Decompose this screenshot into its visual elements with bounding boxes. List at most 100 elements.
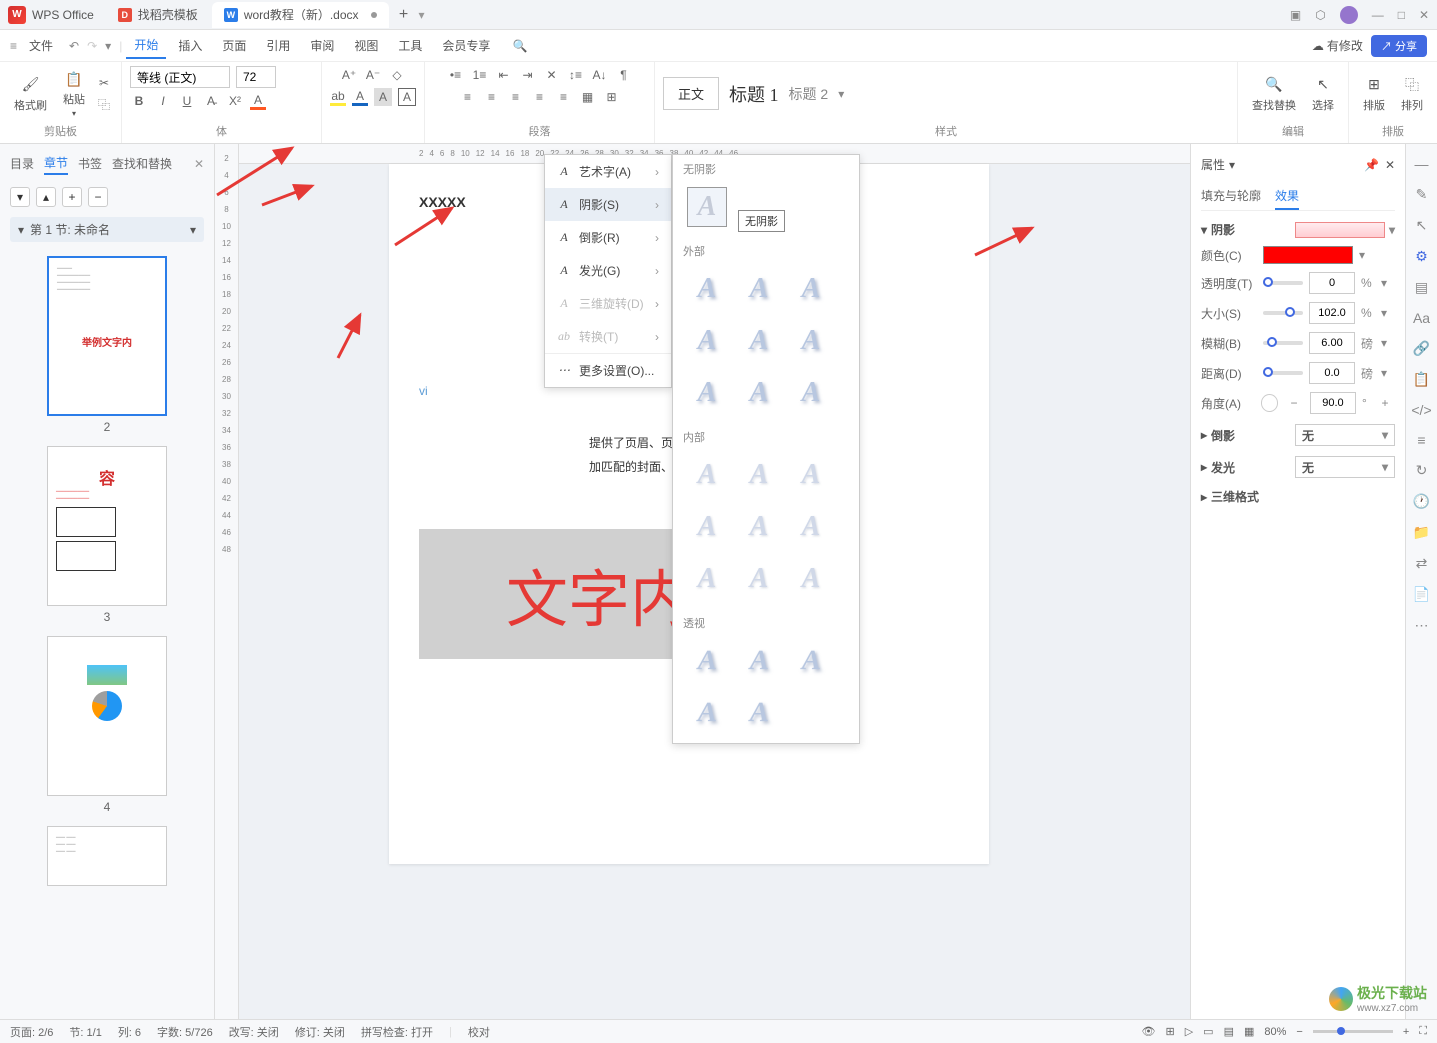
- zoom-in-button[interactable]: +: [1403, 1026, 1409, 1038]
- shadow-option[interactable]: A: [791, 559, 831, 599]
- section-3d[interactable]: ▸ 三维格式: [1201, 488, 1395, 505]
- char-shading-icon[interactable]: A: [374, 88, 392, 106]
- zoom-slider[interactable]: [1313, 1030, 1393, 1033]
- shadow-option[interactable]: A: [739, 321, 779, 361]
- blur-slider[interactable]: [1263, 341, 1303, 345]
- menu-file[interactable]: 文件: [21, 33, 61, 58]
- tab-fill-outline[interactable]: 填充与轮廓: [1201, 183, 1261, 210]
- text-effect-icon[interactable]: A: [250, 92, 266, 110]
- minimize-button[interactable]: —: [1372, 8, 1384, 22]
- shadow-option[interactable]: A: [687, 373, 727, 413]
- shadow-option[interactable]: A: [687, 641, 727, 681]
- settings-icon[interactable]: ⚙: [1415, 248, 1428, 265]
- menu-start[interactable]: 开始: [126, 32, 166, 59]
- link-icon[interactable]: 🔗: [1413, 340, 1430, 357]
- transparency-input[interactable]: [1309, 272, 1355, 294]
- section-select[interactable]: ▾ 第 1 节: 未命名 ▾: [10, 217, 204, 242]
- nav-add-button[interactable]: +: [62, 187, 82, 207]
- view-eye-icon[interactable]: 👁: [1142, 1025, 1156, 1038]
- exchange-icon[interactable]: ⇄: [1416, 555, 1428, 572]
- play-icon[interactable]: ▷: [1185, 1025, 1193, 1038]
- nav-remove-button[interactable]: −: [88, 187, 108, 207]
- cursor-icon[interactable]: ↖: [1416, 217, 1428, 234]
- view-grid-icon[interactable]: ⊞: [1165, 1025, 1174, 1038]
- indent-icon[interactable]: ⇥: [519, 66, 537, 84]
- shadow-option[interactable]: A: [739, 373, 779, 413]
- view-web-icon[interactable]: ▦: [1244, 1025, 1254, 1038]
- bold-icon[interactable]: B: [130, 92, 148, 110]
- angle-dial[interactable]: [1261, 394, 1278, 412]
- thumb-page-3[interactable]: 容 ━━━━━━━━━━━━━━━━━━━━━━: [47, 446, 167, 606]
- super-icon[interactable]: X²: [226, 92, 244, 110]
- style-more-icon[interactable]: ▾: [838, 87, 844, 101]
- shadow-option[interactable]: A: [739, 507, 779, 547]
- refresh-icon[interactable]: ↻: [1416, 462, 1428, 479]
- style-h2[interactable]: 标题 2: [789, 84, 829, 104]
- tab-add-button[interactable]: +: [391, 6, 417, 24]
- tab-effects[interactable]: 效果: [1275, 183, 1299, 210]
- pen-icon[interactable]: ✎: [1416, 186, 1428, 203]
- redo-icon[interactable]: ↷: [87, 39, 97, 53]
- shadow-option[interactable]: A: [739, 641, 779, 681]
- clipboard-icon[interactable]: 📋: [1413, 371, 1430, 388]
- align-left-icon[interactable]: ≡: [459, 88, 477, 106]
- shadow-option[interactable]: A: [739, 559, 779, 599]
- align-center-icon[interactable]: ≡: [483, 88, 501, 106]
- maximize-button[interactable]: □: [1398, 8, 1405, 22]
- distance-slider[interactable]: [1263, 371, 1303, 375]
- more-qat-icon[interactable]: ▾: [105, 39, 111, 53]
- shrink-font-icon[interactable]: A⁻: [364, 66, 382, 84]
- shadow-option[interactable]: A: [791, 507, 831, 547]
- shadow-option[interactable]: A: [791, 373, 831, 413]
- copy-icon[interactable]: ⿻: [95, 96, 113, 114]
- menu-icon[interactable]: ≡: [10, 39, 17, 53]
- menu-shadow[interactable]: A阴影(S)›: [545, 188, 671, 221]
- outdent-icon[interactable]: ⇤: [495, 66, 513, 84]
- shadow-option[interactable]: A: [687, 321, 727, 361]
- tab-menu-icon[interactable]: ▾: [419, 8, 425, 22]
- sort-icon[interactable]: A↓: [591, 66, 609, 84]
- tab-document[interactable]: W word教程（新）.docx: [212, 2, 389, 28]
- align-button[interactable]: ⿻排列: [1395, 73, 1429, 115]
- font-name-select[interactable]: [130, 66, 230, 88]
- view-outline-icon[interactable]: ▤: [1224, 1025, 1234, 1038]
- pin-icon[interactable]: 📌: [1364, 158, 1379, 172]
- shadow-none[interactable]: A: [687, 187, 727, 227]
- shadow-option[interactable]: A: [791, 455, 831, 495]
- paste-button[interactable]: 📋粘贴▾: [57, 67, 91, 120]
- search-icon[interactable]: 🔍: [512, 39, 527, 53]
- size-slider[interactable]: [1263, 311, 1303, 315]
- more-icon[interactable]: ⋯: [1415, 617, 1429, 634]
- borders-icon[interactable]: ⊞: [603, 88, 621, 106]
- zoom-out-button[interactable]: −: [1296, 1026, 1302, 1038]
- clear-format-icon[interactable]: ◇: [388, 66, 406, 84]
- shadow-option[interactable]: A: [739, 455, 779, 495]
- nav-up-button[interactable]: ▴: [36, 187, 56, 207]
- line-spacing-icon[interactable]: ↕≡: [567, 66, 585, 84]
- zoom-label[interactable]: 80%: [1264, 1026, 1286, 1038]
- nav-tab-toc[interactable]: 目录: [10, 153, 34, 174]
- shadow-option[interactable]: A: [687, 269, 727, 309]
- menu-review[interactable]: 审阅: [302, 33, 342, 58]
- cube-icon[interactable]: ⬡: [1315, 8, 1325, 22]
- shadow-option[interactable]: A: [687, 693, 727, 733]
- menu-page[interactable]: 页面: [214, 33, 254, 58]
- nav-tab-find[interactable]: 查找和替换: [112, 153, 172, 174]
- shading-icon[interactable]: ▦: [579, 88, 597, 106]
- menu-more-settings[interactable]: ⋯更多设置(O)...: [545, 354, 671, 387]
- highlight-icon[interactable]: ab: [330, 88, 346, 106]
- transparency-slider[interactable]: [1263, 281, 1303, 285]
- status-change[interactable]: 改写: 关闭: [229, 1024, 279, 1040]
- list-icon[interactable]: ≡: [1417, 432, 1425, 448]
- menu-wordart[interactable]: A艺术字(A)›: [545, 155, 671, 188]
- collapse-icon[interactable]: —: [1415, 156, 1429, 172]
- undo-icon[interactable]: ↶: [69, 39, 79, 53]
- nav-down-button[interactable]: ▾: [10, 187, 30, 207]
- layout-icon[interactable]: ▣: [1290, 8, 1301, 22]
- menu-insert[interactable]: 插入: [170, 33, 210, 58]
- status-page[interactable]: 页面: 2/6: [10, 1024, 53, 1040]
- code-icon[interactable]: </>: [1411, 402, 1431, 418]
- show-marks-icon[interactable]: ¶: [615, 66, 633, 84]
- font-color-icon[interactable]: A: [352, 88, 368, 106]
- shadow-option[interactable]: A: [687, 507, 727, 547]
